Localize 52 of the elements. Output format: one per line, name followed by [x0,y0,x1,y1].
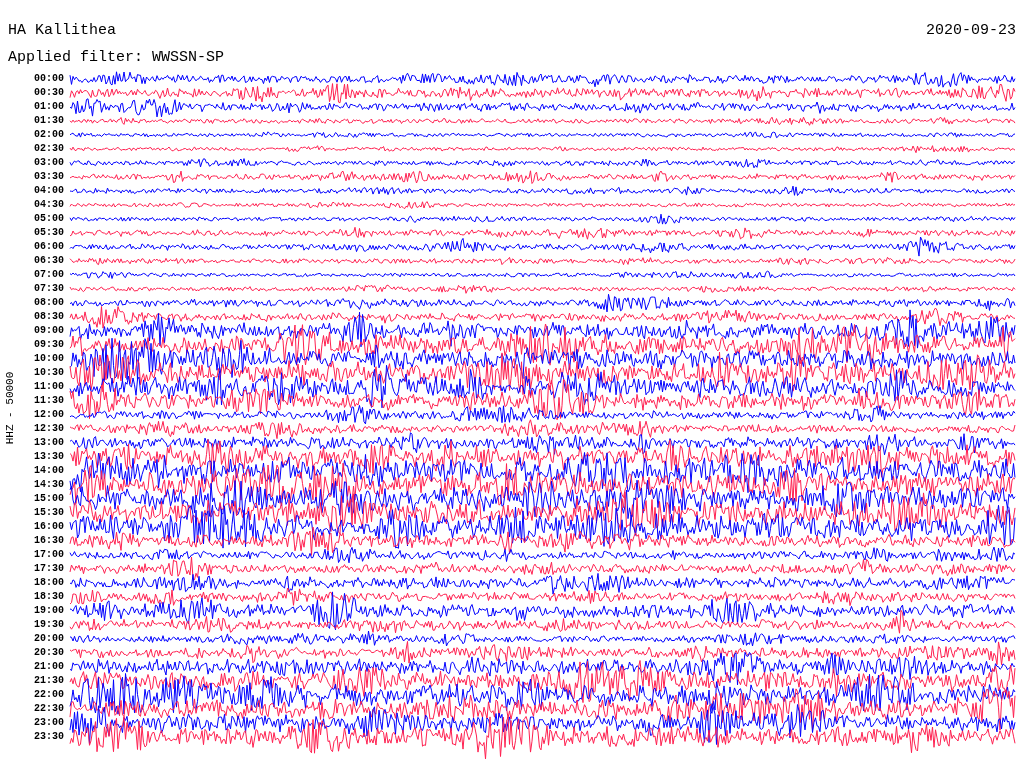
time-label: 17:00 [33,548,64,562]
time-label: 16:30 [33,534,64,548]
time-label: 03:00 [33,156,64,170]
time-label: 19:30 [33,618,64,632]
time-label: 20:30 [33,646,64,660]
time-label: 07:30 [33,282,64,296]
time-label: 06:00 [33,240,64,254]
time-label: 18:30 [33,590,64,604]
time-label: 11:00 [33,380,64,394]
time-label: 15:00 [33,492,64,506]
time-label: 14:30 [33,478,64,492]
time-label: 02:00 [33,128,64,142]
time-label: 05:30 [33,226,64,240]
time-label: 13:30 [33,450,64,464]
time-label: 14:00 [33,464,64,478]
time-label: 22:00 [33,688,64,702]
time-label: 04:00 [33,184,64,198]
time-label: 06:30 [33,254,64,268]
time-label: 18:00 [33,576,64,590]
time-label: 22:30 [33,702,64,716]
time-label: 20:00 [33,632,64,646]
time-label: 02:30 [33,142,64,156]
time-label: 09:30 [33,338,64,352]
time-label: 15:30 [33,506,64,520]
time-label: 04:30 [33,198,64,212]
time-label: 12:00 [33,408,64,422]
time-label: 05:00 [33,212,64,226]
time-label: 01:30 [33,114,64,128]
time-label: 01:00 [33,100,64,114]
time-label: 11:30 [33,394,64,408]
station-name: HA Kallithea [8,22,117,39]
channel-label: HHZ - 50000 [4,371,16,445]
time-label: 07:00 [33,268,64,282]
time-label: 03:30 [33,170,64,184]
time-label: 00:30 [33,86,64,100]
time-label: 16:00 [33,520,64,534]
time-label: 08:30 [33,310,64,324]
time-label: 13:00 [33,436,64,450]
time-label: 00:00 [33,72,64,86]
time-label: 23:30 [33,730,64,744]
date: 2020-09-23 [926,22,1016,39]
time-label: 12:30 [33,422,64,436]
filter-label: Applied filter: WWSSN-SP [7,48,226,66]
time-label: 23:00 [33,716,64,730]
time-label: 10:30 [33,366,64,380]
time-label: 09:00 [33,324,64,338]
time-label: 21:00 [33,660,64,674]
time-label: 17:30 [33,562,64,576]
time-label: 10:00 [33,352,64,366]
time-label: 19:00 [33,604,64,618]
time-label: 08:00 [33,296,64,310]
time-label: 21:30 [33,674,64,688]
